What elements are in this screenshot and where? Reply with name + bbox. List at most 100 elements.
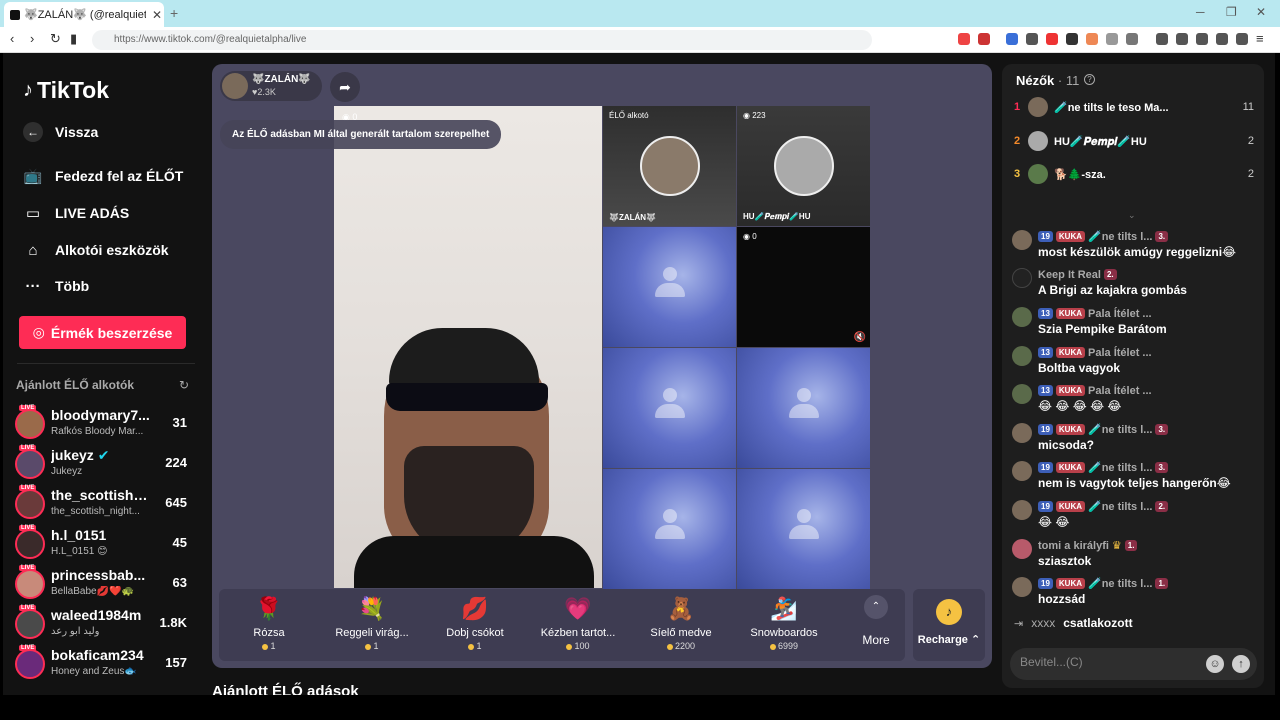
live-badge: LIVE	[19, 405, 37, 411]
snowboarder-icon: 🏂	[770, 596, 798, 621]
creator-item[interactable]: LIVE bloodymary7... Rafkós Bloody Mar...…	[15, 405, 195, 443]
nav-creator-tools[interactable]: ⌂ Alkotói eszközök	[23, 240, 168, 260]
avatar	[15, 529, 45, 559]
empty-seat-cell[interactable]	[603, 227, 736, 347]
tiktok-logo[interactable]: ♪ TikTok	[23, 77, 109, 104]
empty-seat-cell[interactable]	[737, 469, 870, 589]
creator-item[interactable]: LIVE h.l_0151 H.L_0151 😊 45	[15, 525, 195, 563]
reload-icon[interactable]: ↻	[50, 31, 61, 47]
streamer-hair	[389, 328, 539, 388]
shield-icon[interactable]	[1236, 33, 1248, 45]
top-viewer-row[interactable]: 1 🧪ne tilts le teso Ma... 11	[1014, 97, 1254, 119]
share-button[interactable]: ➦	[330, 72, 360, 102]
maximize-icon[interactable]: ❐	[1226, 5, 1237, 19]
creator-item[interactable]: LIVE the_scottish_... the_scottish_night…	[15, 485, 195, 523]
nav-explore-live[interactable]: 📺 Fedezd fel az ÉLŐT	[23, 166, 184, 186]
extension-icon[interactable]	[1086, 33, 1098, 45]
message-meta: 19 KUKA 🧪ne tilts l... 3.	[1038, 423, 1252, 436]
empty-seat-cell[interactable]	[737, 348, 870, 468]
extension-icon[interactable]	[1126, 33, 1138, 45]
browser-tab[interactable]: 🐺ZALÁN🐺 (@realquietalpha ✕	[4, 2, 164, 27]
guest-cell[interactable]: ◉ 223 HU🧪𝑷𝒆𝒎𝒑𝒊🧪HU	[737, 106, 870, 226]
gift-name: Dobj csókot	[446, 627, 504, 639]
extension-translate-icon[interactable]	[1006, 33, 1018, 45]
extension-icon[interactable]	[1106, 33, 1118, 45]
message-text: nem is vagytok teljes hangerőn😂	[1038, 476, 1231, 490]
gift-item[interactable]: 🌹 Rózsa 1	[219, 595, 319, 651]
heart-hands-icon: 💗	[564, 596, 592, 621]
message-text: micsoda?	[1038, 438, 1095, 452]
emoji-icon[interactable]: ☺	[1206, 655, 1224, 673]
empty-seat-cell[interactable]	[603, 348, 736, 468]
streamer-sunglasses	[386, 383, 548, 411]
creator-tools-icon: ⌂	[28, 241, 38, 259]
new-tab-icon[interactable]: +	[170, 5, 178, 21]
url-field[interactable]: https://www.tiktok.com/@realquietalpha/l…	[92, 30, 872, 50]
extension-tools-icon[interactable]	[1026, 33, 1038, 45]
creator-item[interactable]: LIVE princessbab... BellaBabe💋❤️🐢 63	[15, 565, 195, 603]
avatar	[1028, 164, 1048, 184]
nav-live-studio[interactable]: ▭ LIVE ADÁS	[23, 203, 129, 223]
host-cell[interactable]: ÉLŐ alkotó 🐺ZALÁN🐺	[603, 106, 736, 226]
guest-cell-dark[interactable]: ◉ 0 🔇	[737, 227, 870, 347]
creator-item[interactable]: LIVE jukeyz ✔ Jukeyz 224	[15, 445, 195, 483]
host-cell-label: ÉLŐ alkotó	[609, 111, 649, 120]
creator-item[interactable]: LIVE waleed1984m وليد ابو رعد 1.8K	[15, 605, 195, 643]
bookmark-icon[interactable]: ▮	[70, 31, 77, 47]
extension-icon[interactable]	[1066, 33, 1078, 45]
menu-icon[interactable]: ≡	[1256, 31, 1264, 46]
creator-item[interactable]: LIVE bokaficam234 Honey and Zeus🐟 157	[15, 645, 195, 683]
more-gifts-button[interactable]: ⌃ More	[851, 595, 901, 647]
extension-triangle-icon[interactable]	[978, 33, 990, 45]
wallet-icon[interactable]	[1196, 33, 1208, 45]
gift-price: 6999	[734, 641, 834, 651]
chevron-down-icon[interactable]: ⌄	[1128, 210, 1136, 221]
main-video[interactable]: ◉ 0	[334, 106, 602, 588]
info-icon[interactable]: ?	[1084, 74, 1095, 85]
back-icon[interactable]: ‹	[10, 31, 14, 46]
extension-shield-icon[interactable]	[958, 33, 970, 45]
media-icon[interactable]	[1156, 33, 1168, 45]
guest-viewer-count: ◉ 0	[743, 232, 757, 241]
back-link[interactable]: ← Vissza	[23, 122, 98, 142]
send-arrow-icon[interactable]: ↑	[1232, 655, 1250, 673]
gift-item[interactable]: 🏂 Snowboardos 6999	[734, 595, 834, 651]
forward-icon[interactable]: ›	[30, 31, 34, 46]
avatar	[1012, 307, 1032, 327]
chat-input[interactable]	[1020, 655, 1200, 669]
empty-seat-icon	[653, 509, 687, 543]
host-info[interactable]: 🐺ZALÁN🐺 ♥2.3K	[220, 71, 322, 101]
gift-item[interactable]: 💗 Kézben tartot... 100	[528, 595, 628, 651]
viewer-count: 645	[165, 495, 187, 510]
gift-item[interactable]: 🧸 Síelő medve 2200	[631, 595, 731, 651]
extensions-icon[interactable]	[1216, 33, 1228, 45]
creator-name: bloodymary7...	[51, 407, 150, 423]
avatar	[1012, 461, 1032, 481]
gift-price: 2200	[631, 641, 731, 651]
top-viewer-row[interactable]: 3 🐕🌲-sza. 2	[1014, 164, 1254, 186]
empty-seat-cell[interactable]	[603, 469, 736, 589]
tiktok-note-icon: ♪	[23, 79, 33, 101]
minimize-icon[interactable]: ─	[1196, 5, 1205, 19]
close-window-icon[interactable]: ✕	[1256, 5, 1266, 19]
extension-hls-icon[interactable]	[1046, 33, 1058, 45]
message-text: Boltba vagyok	[1038, 361, 1121, 375]
nav-more[interactable]: ··· Több	[23, 276, 90, 296]
live-badge: LIVE	[19, 565, 37, 571]
close-tab-icon[interactable]: ✕	[150, 8, 164, 22]
get-coins-button[interactable]: ◎ Érmék beszerzése	[19, 316, 186, 349]
avatar	[1012, 230, 1032, 250]
viewers-header[interactable]: Nézők · 11	[1016, 73, 1079, 88]
recharge-button[interactable]: ♪ Recharge ⌃	[913, 589, 985, 661]
sidebar-toggle-icon[interactable]	[1176, 33, 1188, 45]
empty-seat-icon	[653, 267, 687, 301]
join-notice: ⇥ xxxx csatlakozott	[1014, 616, 1133, 630]
gift-item[interactable]: 💐 Reggeli virág... 1	[322, 595, 422, 651]
top-viewer-row[interactable]: 2 HU🧪𝑷𝒆𝒎𝒑𝒊🧪HU 2	[1014, 131, 1254, 153]
gift-item[interactable]: 💋 Dobj csókot 1	[425, 595, 525, 651]
tv-icon: 📺	[23, 168, 43, 185]
viewer-score: 2	[1247, 135, 1254, 147]
message-meta: 19 KUKA 🧪ne tilts l... 1.	[1038, 577, 1252, 590]
refresh-icon[interactable]: ↻	[179, 378, 189, 392]
viewer-count: 45	[172, 535, 187, 550]
